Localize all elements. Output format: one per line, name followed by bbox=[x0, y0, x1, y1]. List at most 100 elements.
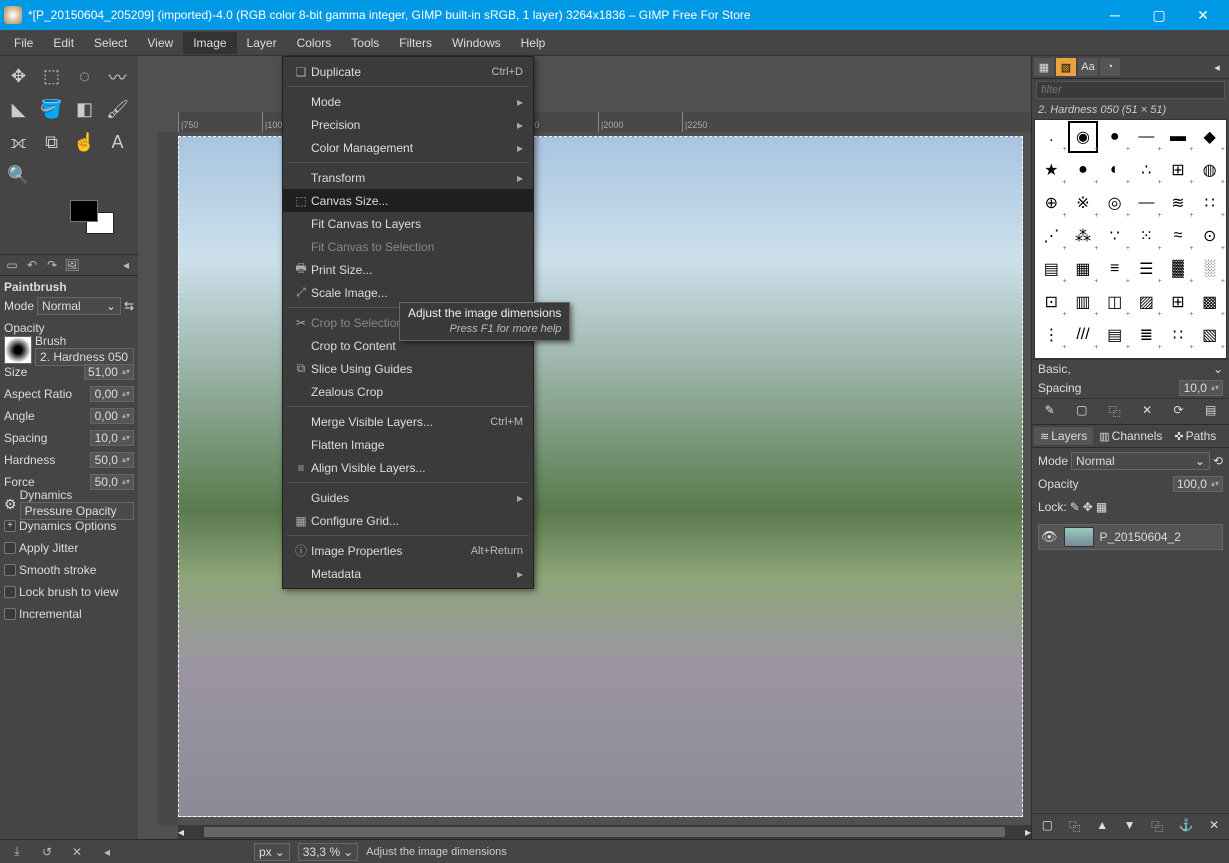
dynamics-icon[interactable]: ⚙ bbox=[4, 496, 17, 513]
angle-input[interactable]: 0,00▴▾ bbox=[90, 408, 134, 424]
images-tab-icon[interactable]: 🖼 bbox=[62, 258, 82, 272]
brush-cell[interactable]: ▩+ bbox=[1194, 286, 1225, 318]
brush-preset-select[interactable]: Basic,⌄ bbox=[1032, 359, 1229, 378]
brush-cell[interactable]: ▤+ bbox=[1036, 253, 1067, 285]
sb-revert-icon[interactable]: ↺ bbox=[36, 845, 58, 859]
brush-cell[interactable]: ●+ bbox=[1099, 121, 1130, 153]
move-tool[interactable]: ✥ bbox=[2, 60, 35, 93]
delete-brush-icon[interactable]: ✕ bbox=[1142, 403, 1152, 420]
size-input[interactable]: 51,00▴▾ bbox=[84, 364, 134, 380]
menu-layer[interactable]: Layer bbox=[237, 32, 287, 54]
menu-item-flatten-image[interactable]: Flatten Image bbox=[283, 433, 533, 456]
menu-item-slice-using-guides[interactable]: ⧉Slice Using Guides bbox=[283, 357, 533, 380]
menu-item-fit-canvas-to-layers[interactable]: Fit Canvas to Layers bbox=[283, 212, 533, 235]
brush-grid[interactable]: .+◉+●+—+▬+◆+★+●+◐+∴+⊞+◍+⊕+※+◎+—+≋+∷+⋰+⁂+… bbox=[1034, 119, 1227, 359]
layer-group-icon[interactable]: ⿻ bbox=[1069, 818, 1081, 835]
brush-cell[interactable]: ★+ bbox=[1036, 154, 1067, 186]
bucket-tool[interactable]: 🪣 bbox=[35, 93, 68, 126]
brush-cell[interactable]: ⋰+ bbox=[1036, 220, 1067, 252]
channels-tab[interactable]: ▥Channels bbox=[1093, 427, 1168, 445]
brush-cell[interactable]: ⋮+ bbox=[1036, 319, 1067, 351]
close-button[interactable]: ✕ bbox=[1181, 0, 1225, 30]
brush-cell[interactable]: ∷+ bbox=[1163, 319, 1194, 351]
menu-file[interactable]: File bbox=[4, 32, 43, 54]
menu-item-color-management[interactable]: Color Management▸ bbox=[283, 136, 533, 159]
tab-menu-icon[interactable]: ◂ bbox=[116, 258, 136, 272]
menu-item-configure-grid-[interactable]: ▦Configure Grid... bbox=[283, 509, 533, 532]
menu-item-scale-image-[interactable]: ⤢Scale Image... bbox=[283, 281, 533, 304]
brush-cell[interactable]: ∷+ bbox=[1194, 187, 1225, 219]
brush-cell[interactable]: ▧+ bbox=[1194, 319, 1225, 351]
layer-mode-select[interactable]: Normal⌄ bbox=[1071, 452, 1210, 470]
brushes-tab-icon[interactable]: ▦ bbox=[1034, 58, 1054, 76]
lock-alpha-icon[interactable]: ▦ bbox=[1096, 500, 1107, 514]
vertical-ruler[interactable] bbox=[158, 132, 178, 825]
brush-filter-input[interactable] bbox=[1036, 81, 1225, 99]
dynamics-options-expand[interactable] bbox=[4, 520, 16, 532]
right-spacing-input[interactable]: 10,0▴▾ bbox=[1179, 380, 1223, 396]
menu-colors[interactable]: Colors bbox=[287, 32, 342, 54]
undo-history-tab-icon[interactable]: ↶ bbox=[22, 258, 42, 272]
menu-item-mode[interactable]: Mode▸ bbox=[283, 90, 533, 113]
brush-cell[interactable]: ◉+ bbox=[1068, 121, 1099, 153]
menu-item-transform[interactable]: Transform▸ bbox=[283, 166, 533, 189]
brush-cell[interactable]: ◎+ bbox=[1099, 187, 1130, 219]
brush-cell[interactable]: ≈+ bbox=[1163, 220, 1194, 252]
brush-cell[interactable]: ◍+ bbox=[1194, 154, 1225, 186]
brush-cell[interactable]: ▨+ bbox=[1131, 286, 1162, 318]
brush-cell[interactable]: ⊙+ bbox=[1194, 220, 1225, 252]
maximize-button[interactable]: ▢ bbox=[1137, 0, 1181, 30]
anchor-layer-icon[interactable]: ⚓ bbox=[1179, 818, 1194, 835]
text-tool[interactable]: A bbox=[101, 126, 134, 159]
visibility-icon[interactable]: 👁 bbox=[1041, 529, 1058, 545]
duplicate-brush-icon[interactable]: ⿻ bbox=[1109, 403, 1121, 420]
unit-select[interactable]: px⌄ bbox=[254, 843, 290, 861]
brush-cell[interactable]: ≣+ bbox=[1131, 319, 1162, 351]
layer-up-icon[interactable]: ▲ bbox=[1096, 818, 1108, 835]
crop-tool[interactable]: 〰 bbox=[101, 60, 134, 93]
brush-cell[interactable]: ⊡+ bbox=[1036, 286, 1067, 318]
brush-cell[interactable]: ⊕+ bbox=[1036, 187, 1067, 219]
open-brush-icon[interactable]: ▤ bbox=[1205, 403, 1216, 420]
brush-cell[interactable]: ∵+ bbox=[1099, 220, 1130, 252]
sb-left-icon[interactable]: ◂ bbox=[96, 845, 118, 859]
brush-cell[interactable]: ▦+ bbox=[1068, 253, 1099, 285]
clone-tool[interactable]: ⧉ bbox=[35, 126, 68, 159]
layer-mode-swap-icon[interactable]: ⟲ bbox=[1213, 454, 1223, 468]
brush-cell[interactable]: .+ bbox=[1036, 121, 1067, 153]
brush-cell[interactable]: ⊞+ bbox=[1163, 154, 1194, 186]
brush-cell[interactable]: ///+ bbox=[1068, 319, 1099, 351]
color-swatches[interactable] bbox=[70, 200, 138, 248]
history-tab-icon[interactable]: ◔ bbox=[1100, 58, 1120, 76]
brush-cell[interactable]: ∴+ bbox=[1131, 154, 1162, 186]
menu-item-merge-visible-layers-[interactable]: Merge Visible Layers...Ctrl+M bbox=[283, 410, 533, 433]
hardness-input[interactable]: 50,0▴▾ bbox=[90, 452, 134, 468]
smudge-tool[interactable]: ☝ bbox=[68, 126, 101, 159]
delete-layer-icon[interactable]: ✕ bbox=[1209, 818, 1219, 835]
refresh-brush-icon[interactable]: ⟳ bbox=[1174, 403, 1184, 420]
menu-windows[interactable]: Windows bbox=[442, 32, 511, 54]
brush-cell[interactable]: ░+ bbox=[1194, 253, 1225, 285]
brush-cell[interactable]: ▤+ bbox=[1099, 319, 1130, 351]
brush-cell[interactable]: ≡+ bbox=[1099, 253, 1130, 285]
menu-item-align-visible-layers-[interactable]: ≡Align Visible Layers... bbox=[283, 456, 533, 479]
duplicate-layer-icon[interactable]: ⿻ bbox=[1151, 818, 1163, 835]
patterns-tab-icon[interactable]: ▧ bbox=[1056, 58, 1076, 76]
menu-edit[interactable]: Edit bbox=[43, 32, 84, 54]
incremental-checkbox[interactable] bbox=[4, 608, 16, 620]
transform-tool[interactable]: ◣ bbox=[2, 93, 35, 126]
menu-item-metadata[interactable]: Metadata▸ bbox=[283, 562, 533, 585]
menu-tools[interactable]: Tools bbox=[341, 32, 389, 54]
paths-tab[interactable]: ✜Paths bbox=[1168, 427, 1222, 445]
layer-opacity-input[interactable]: 100,0▴▾ bbox=[1173, 476, 1223, 492]
dock-menu-icon[interactable]: ◂ bbox=[1207, 58, 1227, 76]
brush-cell[interactable]: ※+ bbox=[1068, 187, 1099, 219]
brush-cell[interactable]: ⁂+ bbox=[1068, 220, 1099, 252]
brush-cell[interactable]: ◆+ bbox=[1194, 121, 1225, 153]
horizontal-scrollbar[interactable]: ◂▸ bbox=[178, 825, 1031, 839]
brush-cell[interactable]: ◐+ bbox=[1099, 154, 1130, 186]
zoom-select[interactable]: 33,3 %⌄ bbox=[298, 843, 358, 861]
layer-row[interactable]: 👁 P_20150604_2 bbox=[1038, 524, 1223, 550]
layers-tab[interactable]: ≋Layers bbox=[1034, 427, 1093, 445]
new-brush-icon[interactable]: ▢ bbox=[1076, 403, 1087, 420]
